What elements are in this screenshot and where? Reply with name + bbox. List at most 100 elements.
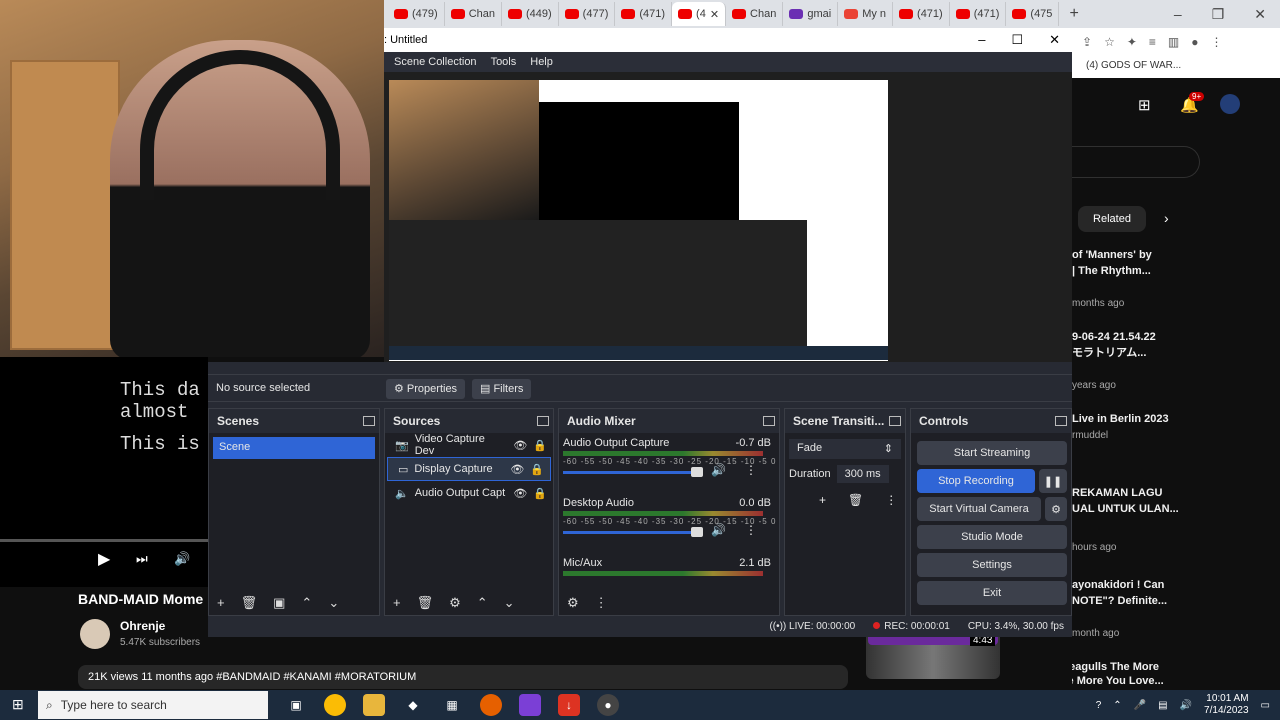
related-title[interactable]: 9-06-24 21.54.22	[1072, 330, 1156, 344]
mic-icon[interactable]: 🎤	[1134, 700, 1146, 711]
volume-slider[interactable]	[563, 467, 703, 477]
maximize-icon[interactable]: ☐	[1011, 32, 1023, 48]
notifications-icon[interactable]: ▭	[1261, 700, 1270, 711]
firefox-icon[interactable]	[480, 694, 502, 716]
undock-icon[interactable]	[889, 416, 901, 426]
chevron-up-icon[interactable]: ⌃	[301, 595, 312, 611]
minimize-icon[interactable]: –	[1174, 6, 1182, 23]
chevron-down-icon[interactable]: ⌄	[504, 595, 515, 611]
browser-tab[interactable]: (475	[1006, 2, 1060, 26]
sidebar-icon[interactable]: ▥	[1168, 35, 1179, 49]
chevron-up-icon[interactable]: ⌃	[477, 595, 488, 611]
browser-tab[interactable]: (479)	[388, 2, 445, 26]
search-box-edge[interactable]	[1072, 146, 1200, 178]
close-tab-icon[interactable]: ✕	[710, 8, 719, 21]
start-virtual-camera-button[interactable]: Start Virtual Camera	[917, 497, 1041, 521]
lock-icon[interactable]: 🔒	[533, 439, 553, 452]
related-title[interactable]: モラトリアム...	[1072, 346, 1146, 360]
related-title[interactable]: | The Rhythm...	[1072, 264, 1151, 278]
speaker-icon[interactable]: 🔊	[711, 523, 726, 537]
start-streaming-button[interactable]: Start Streaming	[917, 441, 1067, 465]
volume-slider[interactable]	[563, 527, 703, 537]
filter-icon[interactable]: ▣	[273, 595, 285, 611]
browser-tab[interactable]: (471)	[893, 2, 950, 26]
lock-icon[interactable]: 🔒	[533, 487, 553, 500]
slider-knob[interactable]	[691, 467, 703, 477]
minimize-icon[interactable]: –	[978, 32, 985, 48]
menu-icon[interactable]: ⋮	[1211, 35, 1223, 49]
more-icon[interactable]: ⋮	[745, 463, 757, 477]
source-item[interactable]: 🔈 Audio Output Capt 👁 🔒	[385, 481, 553, 505]
slider-knob[interactable]	[691, 527, 703, 537]
obs-icon[interactable]: ●	[597, 694, 619, 716]
close-icon[interactable]: ✕	[1049, 32, 1060, 48]
volume-icon[interactable]: 🔊	[174, 551, 190, 567]
obs-preview[interactable]	[384, 72, 1072, 362]
related-title[interactable]: UAL UNTUK ULAN...	[1072, 502, 1179, 516]
duration-input[interactable]: 300 ms	[836, 465, 889, 483]
gear-icon[interactable]: ⚙	[567, 595, 579, 611]
chevron-right-icon[interactable]: ›	[1164, 210, 1169, 226]
undock-icon[interactable]	[363, 416, 375, 426]
stop-recording-button[interactable]: Stop Recording	[917, 469, 1035, 493]
download-icon[interactable]: ↓	[558, 694, 580, 716]
close-icon[interactable]: ✕	[1254, 6, 1266, 23]
chevron-down-icon[interactable]: ⌄	[328, 595, 339, 611]
list-icon[interactable]: ≡	[1149, 35, 1156, 49]
add-icon[interactable]: +	[217, 595, 225, 611]
add-icon[interactable]: +	[393, 595, 401, 611]
video-player[interactable]: This da almost This is ▶ ⏭ 🔊	[0, 357, 208, 587]
new-tab-button[interactable]: +	[1059, 5, 1078, 23]
create-icon[interactable]: ⊞	[1138, 96, 1151, 114]
channel-avatar[interactable]	[80, 619, 110, 649]
app-icon[interactable]	[519, 694, 541, 716]
browser-tab[interactable]: (449)	[502, 2, 559, 26]
network-icon[interactable]: ▤	[1158, 700, 1167, 711]
related-chip[interactable]: Related	[1078, 206, 1146, 232]
speaker-icon[interactable]: 🔊	[711, 463, 726, 477]
bookmark-bar[interactable]: (4) GODS OF WAR...	[1072, 56, 1280, 78]
related-title[interactable]: NOTE"? Definite...	[1072, 594, 1167, 608]
chrome-icon[interactable]	[324, 694, 346, 716]
pause-recording-button[interactable]: ❚❚	[1039, 469, 1067, 493]
trash-icon[interactable]: 🗑	[848, 493, 863, 507]
next-icon[interactable]: ⏭	[136, 551, 148, 567]
properties-button[interactable]: ⚙ Properties	[386, 379, 466, 399]
lock-icon[interactable]: 🔒	[530, 463, 550, 476]
menu-tools[interactable]: Tools	[491, 56, 517, 68]
add-icon[interactable]: +	[819, 493, 826, 507]
trash-icon[interactable]: 🗑	[417, 595, 434, 611]
app-icon[interactable]: ▦	[441, 694, 463, 716]
browser-tab[interactable]: (471)	[615, 2, 673, 26]
help-icon[interactable]: ?	[1096, 700, 1102, 711]
undock-icon[interactable]	[1055, 416, 1067, 426]
related-title[interactable]: REKAMAN LAGU	[1072, 486, 1162, 500]
eye-icon[interactable]: 👁	[510, 463, 524, 476]
file-explorer-icon[interactable]	[363, 694, 385, 716]
settings-button[interactable]: Settings	[917, 553, 1067, 577]
filters-button[interactable]: ▤ Filters	[472, 379, 532, 399]
browser-tab-active[interactable]: (4 ✕	[672, 2, 727, 26]
virtual-camera-settings-button[interactable]: ⚙	[1045, 497, 1067, 521]
studio-mode-button[interactable]: Studio Mode	[917, 525, 1067, 549]
browser-tab[interactable]: (471)	[950, 2, 1007, 26]
browser-tab[interactable]: (477)	[559, 2, 616, 26]
video-progress[interactable]	[0, 539, 208, 542]
star-icon[interactable]: ☆	[1104, 35, 1115, 49]
trash-icon[interactable]: 🗑	[241, 595, 258, 611]
avatar[interactable]	[1220, 94, 1240, 114]
more-icon[interactable]: ⋮	[885, 493, 897, 507]
source-item[interactable]: 📷 Video Capture Dev 👁 🔒	[385, 433, 553, 457]
browser-tab[interactable]: gmai	[783, 2, 839, 26]
maximize-icon[interactable]: ❐	[1212, 6, 1225, 23]
menu-help[interactable]: Help	[530, 56, 553, 68]
eye-icon[interactable]: 👁	[513, 487, 527, 500]
browser-tab[interactable]: My n	[838, 2, 894, 26]
app-icon[interactable]: ◆	[402, 694, 424, 716]
windows-start-icon[interactable]: ⊞	[12, 696, 24, 713]
related-title[interactable]: of 'Manners' by	[1072, 248, 1152, 262]
taskbar-search[interactable]: ⌕ Type here to search	[38, 691, 268, 719]
share-icon[interactable]: ⇪	[1082, 35, 1092, 49]
clock[interactable]: 10:01 AM 7/14/2023	[1204, 693, 1249, 717]
gear-icon[interactable]: ⚙	[449, 595, 461, 611]
